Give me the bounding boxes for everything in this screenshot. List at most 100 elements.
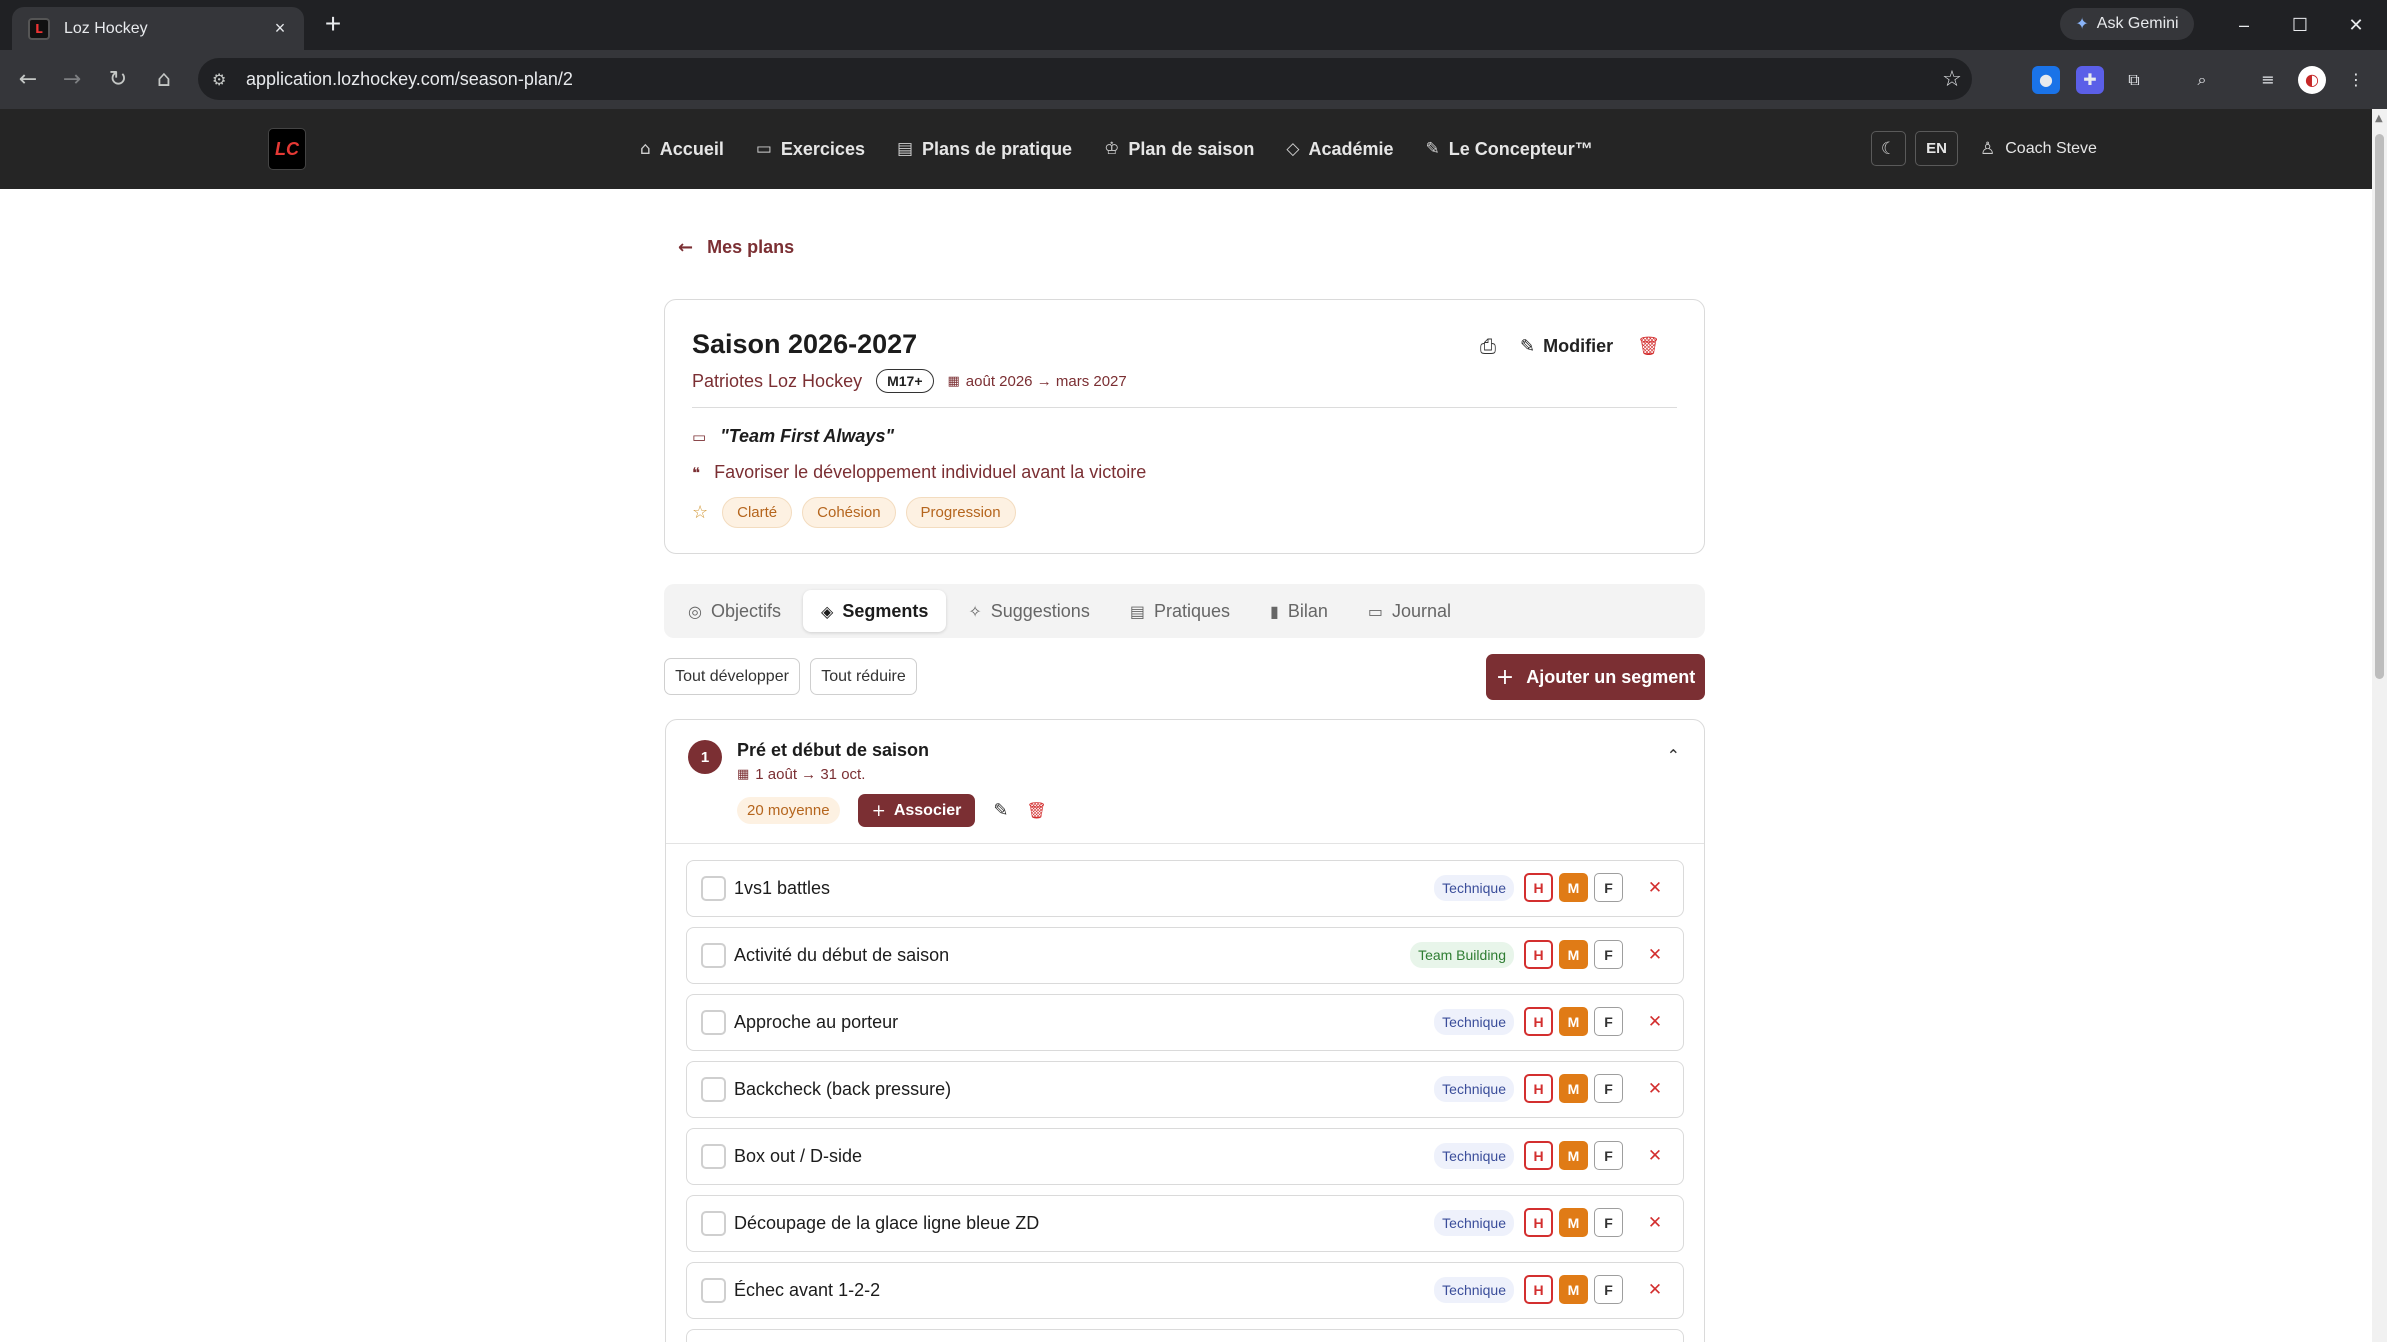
expand-all-button[interactable]: Tout développer — [664, 658, 800, 695]
difficulty-hard-button[interactable]: H — [1524, 1007, 1553, 1036]
close-window-button[interactable]: ✕ — [2336, 10, 2376, 40]
tab-objectifs[interactable]: ◎ Objectifs — [670, 590, 799, 632]
extensions-puzzle-icon[interactable]: ⧉ — [2120, 66, 2148, 94]
ask-gemini-button[interactable]: ✦ Ask Gemini — [2060, 8, 2194, 40]
nav-item-plans-de-pratique[interactable]: ▤ Plans de pratique — [897, 139, 1072, 160]
exercise-row[interactable]: Échec avant 1-2-2 Technique H M F ✕ — [686, 1262, 1684, 1319]
nav-item-accueil[interactable]: ⌂ Accueil — [640, 139, 724, 160]
reload-icon[interactable]: ↻ — [102, 64, 134, 96]
difficulty-hard-button[interactable]: H — [1524, 1141, 1553, 1170]
remove-exercise-icon[interactable]: ✕ — [1641, 945, 1669, 965]
edit-segment-icon[interactable]: ✎ — [993, 800, 1008, 821]
language-toggle[interactable]: EN — [1915, 131, 1958, 166]
nav-item-academie[interactable]: ◇ Académie — [1286, 139, 1393, 160]
collapse-all-button[interactable]: Tout réduire — [810, 658, 917, 695]
remove-exercise-icon[interactable]: ✕ — [1641, 878, 1669, 898]
difficulty-easy-button[interactable]: F — [1594, 873, 1623, 902]
exercise-row[interactable]: Découpage de la glace ligne bleue ZD Tec… — [686, 1195, 1684, 1252]
extension-icon[interactable]: ✚ — [2076, 66, 2104, 94]
extension-icon[interactable]: ● — [2032, 66, 2060, 94]
site-settings-icon[interactable]: ⚙ — [212, 70, 232, 89]
scroll-up-icon[interactable]: ▲ — [2375, 113, 2383, 124]
difficulty-medium-button[interactable]: M — [1559, 1007, 1588, 1036]
exercise-checkbox[interactable] — [701, 1077, 726, 1102]
delete-segment-icon[interactable]: 🗑 — [1027, 801, 1047, 820]
nav-item-plan-de-saison[interactable]: ♔ Plan de saison — [1104, 139, 1254, 160]
remove-exercise-icon[interactable]: ✕ — [1641, 1280, 1669, 1300]
remove-exercise-icon[interactable]: ✕ — [1641, 1213, 1669, 1233]
segment-header[interactable]: 1 Pré et début de saison ▦ 1 août → 31 o… — [666, 720, 1704, 844]
browser-menu-icon[interactable]: ⋮ — [2342, 66, 2370, 94]
difficulty-easy-button[interactable]: F — [1594, 940, 1623, 969]
difficulty-hard-button[interactable]: H — [1524, 873, 1553, 902]
user-menu[interactable]: ♙ Coach Steve — [1980, 109, 2097, 189]
difficulty-easy-button[interactable]: F — [1594, 1074, 1623, 1103]
difficulty-easy-button[interactable]: F — [1594, 1275, 1623, 1304]
difficulty-hard-button[interactable]: H — [1524, 1074, 1553, 1103]
difficulty-hard-button[interactable]: H — [1524, 1208, 1553, 1237]
browser-tab[interactable]: L Loz Hockey × — [12, 7, 304, 50]
minimize-button[interactable]: – — [2224, 10, 2264, 40]
exercise-row[interactable]: H M F ✕ — [686, 1329, 1684, 1342]
bookmark-star-icon[interactable]: ☆ — [1932, 67, 1972, 92]
difficulty-hard-button[interactable]: H — [1524, 1275, 1553, 1304]
difficulty-medium-button[interactable]: M — [1559, 1275, 1588, 1304]
tab-segments[interactable]: ◈ Segments — [803, 590, 947, 632]
back-to-plans-link[interactable]: ← Mes plans — [678, 237, 794, 258]
tab-journal[interactable]: ▭ Journal — [1350, 590, 1469, 632]
delete-season-icon[interactable]: 🗑 — [1637, 336, 1660, 357]
tab-pratiques[interactable]: ▤ Pratiques — [1112, 590, 1248, 632]
exercise-checkbox[interactable] — [701, 943, 726, 968]
exercise-controls: Technique H M F ✕ — [1434, 1141, 1669, 1170]
exercise-checkbox[interactable] — [701, 1010, 726, 1035]
remove-exercise-icon[interactable]: ✕ — [1641, 1146, 1669, 1166]
difficulty-hard-button[interactable]: H — [1524, 940, 1553, 969]
difficulty-medium-button[interactable]: M — [1559, 1141, 1588, 1170]
tab-bilan[interactable]: ▮ Bilan — [1252, 590, 1346, 632]
exercise-row[interactable]: 1vs1 battles Technique H M F ✕ — [686, 860, 1684, 917]
exercise-row[interactable]: Activité du début de saison Team Buildin… — [686, 927, 1684, 984]
difficulty-medium-button[interactable]: M — [1559, 940, 1588, 969]
new-tab-button[interactable]: + — [318, 10, 348, 40]
nav-item-exercices[interactable]: ▭ Exercices — [756, 139, 865, 160]
difficulty-easy-button[interactable]: F — [1594, 1007, 1623, 1036]
modify-button[interactable]: ✎ Modifier — [1520, 336, 1613, 357]
url-text[interactable]: application.lozhockey.com/season-plan/2 — [246, 69, 1932, 90]
difficulty-medium-button[interactable]: M — [1559, 1074, 1588, 1103]
difficulty-easy-button[interactable]: F — [1594, 1208, 1623, 1237]
tab-suggestions[interactable]: ✧ Suggestions — [950, 590, 1107, 632]
back-arrow-icon[interactable]: ← — [12, 64, 44, 96]
nav-item-le-concepteur[interactable]: ✎ Le Concepteur™ — [1426, 139, 1593, 160]
remove-exercise-icon[interactable]: ✕ — [1641, 1079, 1669, 1099]
difficulty-easy-button[interactable]: F — [1594, 1141, 1623, 1170]
profile-avatar[interactable]: ◐ — [2298, 66, 2326, 94]
exercise-checkbox[interactable] — [701, 1211, 726, 1236]
exercise-checkbox[interactable] — [701, 1144, 726, 1169]
page-scrollbar[interactable]: ▲ — [2372, 109, 2387, 1342]
media-queue-icon[interactable]: ≡ — [2254, 66, 2282, 94]
difficulty-medium-button[interactable]: M — [1559, 1208, 1588, 1237]
chevron-up-icon[interactable]: ⌃ — [1667, 746, 1680, 765]
exercise-row[interactable]: Backcheck (back pressure) Technique H M … — [686, 1061, 1684, 1118]
tab-search-icon[interactable]: ⌕ — [2188, 66, 2216, 94]
app-logo[interactable]: LC — [268, 128, 306, 170]
maximize-button[interactable]: ☐ — [2280, 10, 2320, 40]
pencil-icon: ✎ — [1425, 139, 1440, 159]
forward-arrow-icon[interactable]: → — [56, 64, 88, 96]
browser-tabstrip: L Loz Hockey × + ✦ Ask Gemini – ☐ ✕ — [0, 0, 2387, 50]
home-icon[interactable]: ⌂ — [148, 64, 180, 96]
tab-title: Loz Hockey — [64, 19, 148, 37]
exercise-checkbox[interactable] — [701, 1278, 726, 1303]
address-bar[interactable]: ⚙ application.lozhockey.com/season-plan/… — [198, 58, 1972, 100]
exercise-row[interactable]: Box out / D-side Technique H M F ✕ — [686, 1128, 1684, 1185]
scrollbar-thumb[interactable] — [2375, 134, 2384, 679]
close-tab-icon[interactable]: × — [268, 18, 292, 39]
print-icon[interactable]: ⎙ — [1480, 334, 1496, 358]
difficulty-medium-button[interactable]: M — [1559, 873, 1588, 902]
dark-mode-toggle[interactable]: ☾ — [1871, 131, 1906, 166]
exercise-row[interactable]: Approche au porteur Technique H M F ✕ — [686, 994, 1684, 1051]
associate-button[interactable]: + Associer — [857, 794, 976, 827]
exercise-checkbox[interactable] — [701, 876, 726, 901]
remove-exercise-icon[interactable]: ✕ — [1641, 1012, 1669, 1032]
add-segment-button[interactable]: + Ajouter un segment — [1486, 654, 1705, 700]
